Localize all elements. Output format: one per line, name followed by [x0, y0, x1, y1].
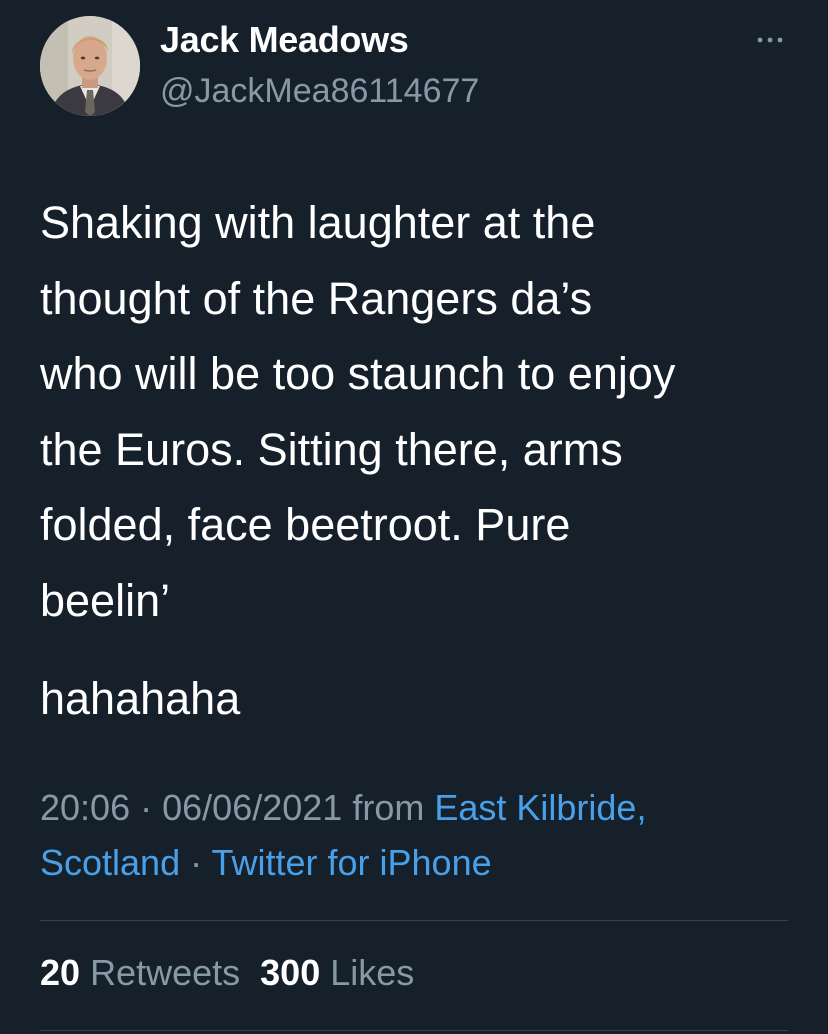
tweet-date[interactable]: 06/06/2021: [162, 787, 342, 828]
tweet-text-second-paragraph: hahahaha: [40, 673, 241, 724]
likes-stat[interactable]: 300 Likes: [260, 952, 414, 993]
more-horizontal-icon: [757, 37, 783, 43]
retweets-label: Retweets: [90, 952, 241, 993]
location-link[interactable]: East Kilbride,: [434, 787, 646, 828]
source-link[interactable]: Twitter for iPhone: [211, 842, 491, 883]
likes-count: 300: [260, 952, 321, 993]
display-name[interactable]: Jack Meadows: [160, 19, 409, 61]
tweet-metadata: 20:06 · 06/06/2021 from East Kilbride, S…: [40, 780, 800, 890]
likes-label: Likes: [330, 952, 415, 993]
avatar-image: [40, 16, 140, 116]
more-options-button[interactable]: [752, 22, 788, 58]
separator: ·: [190, 842, 203, 883]
retweets-stat[interactable]: 20 Retweets: [40, 952, 240, 993]
avatar[interactable]: [40, 16, 140, 116]
tweet-time[interactable]: 20:06: [40, 787, 130, 828]
retweets-count: 20: [40, 952, 81, 993]
separator: ·: [140, 787, 153, 828]
tweet-stats: 20 Retweets 300 Likes: [40, 948, 414, 998]
divider: [40, 1030, 788, 1031]
location-link-continued[interactable]: Scotland: [40, 842, 180, 883]
tweet-detail: Jack Meadows @JackMea86114677 Shaking wi…: [0, 0, 828, 1034]
user-handle[interactable]: @JackMea86114677: [160, 72, 479, 111]
divider: [40, 920, 788, 921]
from-label: from: [352, 787, 425, 828]
tweet-text: Shaking with laughter at the thought of …: [40, 197, 676, 626]
